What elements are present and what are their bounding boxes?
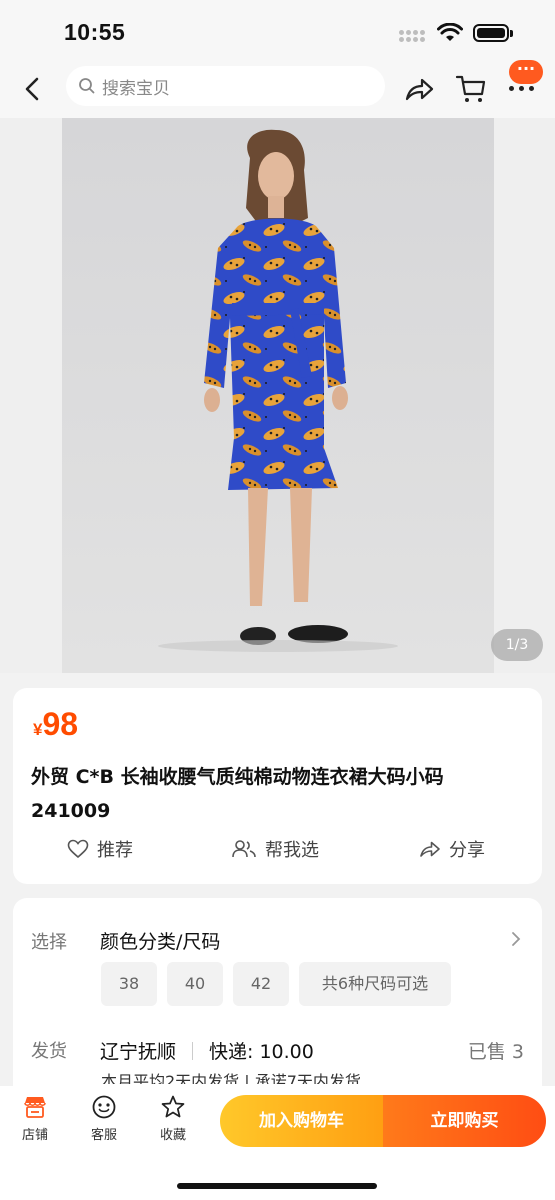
select-label: 选择 <box>31 932 67 953</box>
size-chip-40[interactable]: 40 <box>167 962 223 1006</box>
recommend-button[interactable]: 推荐 <box>67 836 133 862</box>
search-icon <box>79 78 95 94</box>
shipping-info: 辽宁抚顺 快递: 10.00 <box>100 1037 314 1064</box>
share-icon[interactable] <box>403 74 435 104</box>
size-chip-42[interactable]: 42 <box>233 962 289 1006</box>
customer-service-icon <box>92 1095 116 1119</box>
store-tab[interactable]: 店铺 <box>10 1094 60 1143</box>
add-to-cart-button[interactable]: 加入购物车 <box>220 1095 383 1147</box>
divider <box>192 1042 194 1060</box>
status-bar: 10:55 <box>0 0 555 60</box>
share-button[interactable]: 分享 <box>419 836 485 862</box>
service-tab[interactable]: 客服 <box>79 1094 129 1143</box>
wifi-icon <box>437 23 463 41</box>
share-icon <box>420 841 440 857</box>
purchase-buttons: 加入购物车 立即购买 <box>220 1095 546 1147</box>
product-photo <box>62 118 494 673</box>
favorite-label: 收藏 <box>159 1128 186 1143</box>
price: ¥98 <box>33 706 78 743</box>
buy-now-button[interactable]: 立即购买 <box>383 1095 546 1147</box>
chevron-right-icon[interactable] <box>510 931 522 947</box>
more-icon <box>509 86 534 91</box>
status-time: 10:55 <box>64 19 126 45</box>
recommend-label: 推荐 <box>97 840 133 861</box>
help-choose-button[interactable]: 帮我选 <box>231 836 319 862</box>
spec-card: 选择 颜色分类/尺码 38 40 42 共6种尺码可选 发货 辽宁抚顺 快递: 1… <box>13 898 542 1118</box>
cart-icon[interactable] <box>455 73 487 105</box>
shipping-note: 本月平均2天内发货 | 承诺7天内发货 <box>101 1072 361 1084</box>
favorite-tab[interactable]: 收藏 <box>148 1094 198 1143</box>
image-pager: 1/3 <box>491 629 543 661</box>
group-icon <box>232 840 256 858</box>
price-value: 98 <box>42 706 79 742</box>
signal-icon <box>399 30 425 42</box>
message-badge: ··· <box>509 60 543 84</box>
help-choose-label: 帮我选 <box>265 840 319 861</box>
product-info-card: ¥98 外贸 C*B 长袖收腰气质纯棉动物连衣裙大码小码 241009 推荐 帮… <box>13 688 542 884</box>
star-icon <box>161 1095 185 1118</box>
product-title: 外贸 C*B 长袖收腰气质纯棉动物连衣裙大码小码 241009 <box>31 766 444 822</box>
more-sizes-chip[interactable]: 共6种尺码可选 <box>299 962 451 1006</box>
size-chip-38[interactable]: 38 <box>101 962 157 1006</box>
sold-count: 已售 3 <box>467 1041 524 1063</box>
store-icon <box>24 1097 46 1118</box>
search-input[interactable]: 搜索宝贝 <box>66 66 385 106</box>
home-indicator <box>177 1183 377 1189</box>
search-placeholder: 搜索宝贝 <box>102 78 170 99</box>
heart-icon <box>67 839 89 859</box>
battery-icon <box>473 24 513 42</box>
service-label: 客服 <box>90 1128 117 1143</box>
ship-label: 发货 <box>31 1041 67 1062</box>
shipping-fee: 快递: 10.00 <box>209 1041 314 1063</box>
ship-from: 辽宁抚顺 <box>100 1041 177 1063</box>
share-label: 分享 <box>449 840 485 861</box>
product-gallery[interactable] <box>0 118 555 673</box>
nav-bar: 搜索宝贝 ··· <box>0 60 555 118</box>
more-menu-button[interactable]: ··· <box>505 60 547 100</box>
back-icon[interactable] <box>18 74 48 104</box>
select-value[interactable]: 颜色分类/尺码 <box>100 927 220 954</box>
product-actions: 推荐 帮我选 分享 <box>13 836 542 870</box>
store-label: 店铺 <box>21 1128 48 1143</box>
